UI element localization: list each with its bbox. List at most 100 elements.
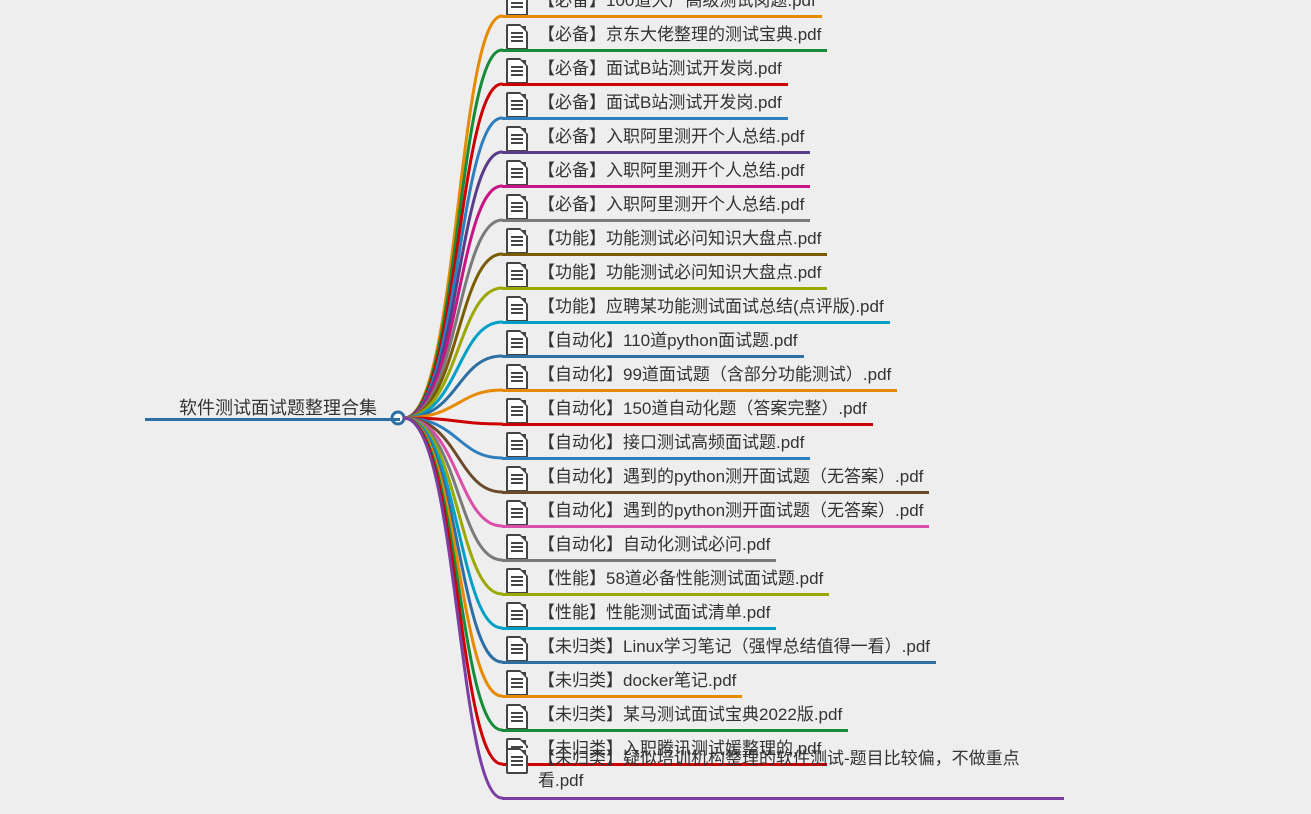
document-icon bbox=[506, 670, 528, 696]
child-node-underline bbox=[502, 49, 827, 52]
child-node-underline bbox=[502, 219, 810, 222]
connector bbox=[404, 50, 502, 418]
connector bbox=[404, 418, 502, 526]
document-icon bbox=[506, 432, 528, 458]
child-node[interactable]: 【必备】入职阿里测开个人总结.pdf bbox=[506, 160, 804, 186]
child-node-label: 【自动化】接口测试高频面试题.pdf bbox=[538, 432, 804, 454]
document-icon bbox=[506, 228, 528, 254]
root-node-underline bbox=[145, 418, 400, 421]
child-node[interactable]: 【自动化】150道自动化题（答案完整）.pdf bbox=[506, 398, 867, 424]
document-icon bbox=[506, 364, 528, 390]
child-node-underline bbox=[502, 627, 776, 630]
connector bbox=[404, 186, 502, 418]
document-icon bbox=[506, 58, 528, 84]
document-icon bbox=[506, 262, 528, 288]
child-node[interactable]: 【自动化】接口测试高频面试题.pdf bbox=[506, 432, 804, 458]
child-node[interactable]: 【必备】京东大佬整理的测试宝典.pdf bbox=[506, 24, 821, 50]
document-icon bbox=[506, 24, 528, 50]
child-node[interactable]: 【性能】58道必备性能测试面试题.pdf bbox=[506, 568, 823, 594]
document-icon bbox=[506, 0, 528, 16]
document-icon bbox=[506, 398, 528, 424]
child-node[interactable]: 【自动化】110道python面试题.pdf bbox=[506, 330, 798, 356]
child-node-label: 【必备】面试B站测试开发岗.pdf bbox=[538, 58, 782, 80]
connector bbox=[404, 418, 502, 594]
document-icon bbox=[506, 466, 528, 492]
connector bbox=[404, 418, 502, 798]
document-icon bbox=[506, 568, 528, 594]
child-node-label: 【必备】100道大厂高级测试岗题.pdf bbox=[538, 0, 816, 12]
child-node-underline bbox=[502, 185, 810, 188]
connector bbox=[404, 16, 502, 418]
child-node-underline bbox=[502, 423, 873, 426]
child-node[interactable]: 【自动化】99道面试题（含部分功能测试）.pdf bbox=[506, 364, 891, 390]
child-node-label: 【自动化】自动化测试必问.pdf bbox=[538, 534, 770, 556]
child-node-label: 【未归类】疑似培训机构整理的软件测试-题目比较偏，不做重点看.pdf bbox=[538, 748, 1058, 792]
connector bbox=[404, 418, 502, 560]
child-node-underline bbox=[502, 729, 848, 732]
child-node-label: 【性能】58道必备性能测试面试题.pdf bbox=[538, 568, 823, 590]
child-node[interactable]: 【未归类】疑似培训机构整理的软件测试-题目比较偏，不做重点看.pdf bbox=[506, 748, 1058, 792]
child-node-label: 【未归类】某马测试面试宝典2022版.pdf bbox=[538, 704, 842, 726]
child-node[interactable]: 【功能】应聘某功能测试面试总结(点评版).pdf bbox=[506, 296, 884, 322]
connector bbox=[404, 84, 502, 418]
connector bbox=[404, 418, 502, 458]
child-node-underline bbox=[502, 525, 929, 528]
child-node-underline bbox=[502, 797, 1064, 800]
child-node[interactable]: 【未归类】Linux学习笔记（强悍总结值得一看）.pdf bbox=[506, 636, 930, 662]
child-node[interactable]: 【必备】面试B站测试开发岗.pdf bbox=[506, 58, 782, 84]
connector bbox=[404, 418, 502, 730]
child-node-label: 【必备】入职阿里测开个人总结.pdf bbox=[538, 160, 804, 182]
document-icon bbox=[506, 534, 528, 560]
connector bbox=[404, 418, 502, 764]
child-node[interactable]: 【功能】功能测试必问知识大盘点.pdf bbox=[506, 228, 821, 254]
child-node-label: 【必备】入职阿里测开个人总结.pdf bbox=[538, 194, 804, 216]
document-icon bbox=[506, 126, 528, 152]
child-node[interactable]: 【必备】入职阿里测开个人总结.pdf bbox=[506, 194, 804, 220]
child-node-underline bbox=[502, 253, 827, 256]
child-node-label: 【功能】功能测试必问知识大盘点.pdf bbox=[538, 262, 821, 284]
child-node-underline bbox=[502, 151, 810, 154]
document-icon bbox=[506, 748, 528, 774]
connector bbox=[404, 288, 502, 418]
child-node[interactable]: 【功能】功能测试必问知识大盘点.pdf bbox=[506, 262, 821, 288]
document-icon bbox=[506, 296, 528, 322]
child-node-label: 【自动化】遇到的python测开面试题（无答案）.pdf bbox=[538, 500, 923, 522]
child-node[interactable]: 【未归类】docker笔记.pdf bbox=[506, 670, 736, 696]
child-node-underline bbox=[502, 15, 822, 18]
child-node-underline bbox=[502, 457, 810, 460]
child-node[interactable]: 【必备】入职阿里测开个人总结.pdf bbox=[506, 126, 804, 152]
child-node-label: 【自动化】99道面试题（含部分功能测试）.pdf bbox=[538, 364, 891, 386]
child-node-underline bbox=[502, 355, 804, 358]
child-node-underline bbox=[502, 695, 742, 698]
child-node-underline bbox=[502, 321, 890, 324]
child-node[interactable]: 【必备】100道大厂高级测试岗题.pdf bbox=[506, 0, 816, 16]
connector bbox=[404, 220, 502, 418]
child-node[interactable]: 【必备】面试B站测试开发岗.pdf bbox=[506, 92, 782, 118]
child-node-underline bbox=[502, 389, 897, 392]
document-icon bbox=[506, 330, 528, 356]
child-node[interactable]: 【未归类】某马测试面试宝典2022版.pdf bbox=[506, 704, 842, 730]
child-node-underline bbox=[502, 83, 788, 86]
document-icon bbox=[506, 602, 528, 628]
child-node-label: 【自动化】150道自动化题（答案完整）.pdf bbox=[538, 398, 867, 420]
child-node[interactable]: 【性能】性能测试面试清单.pdf bbox=[506, 602, 770, 628]
connector bbox=[404, 152, 502, 418]
connector bbox=[404, 254, 502, 418]
child-node-label: 【必备】入职阿里测开个人总结.pdf bbox=[538, 126, 804, 148]
child-node[interactable]: 【自动化】自动化测试必问.pdf bbox=[506, 534, 770, 560]
child-node-label: 【自动化】遇到的python测开面试题（无答案）.pdf bbox=[538, 466, 923, 488]
connector bbox=[404, 390, 502, 418]
child-node-label: 【必备】面试B站测试开发岗.pdf bbox=[538, 92, 782, 114]
child-node[interactable]: 【自动化】遇到的python测开面试题（无答案）.pdf bbox=[506, 466, 923, 492]
child-node-underline bbox=[502, 593, 829, 596]
child-node[interactable]: 【自动化】遇到的python测开面试题（无答案）.pdf bbox=[506, 500, 923, 526]
connector bbox=[404, 356, 502, 418]
child-node-label: 【性能】性能测试面试清单.pdf bbox=[538, 602, 770, 624]
document-icon bbox=[506, 160, 528, 186]
child-node-label: 【自动化】110道python面试题.pdf bbox=[538, 330, 798, 352]
document-icon bbox=[506, 636, 528, 662]
child-node-label: 【未归类】docker笔记.pdf bbox=[538, 670, 736, 692]
connector bbox=[404, 418, 502, 628]
child-node-underline bbox=[502, 661, 936, 664]
child-node-underline bbox=[502, 117, 788, 120]
